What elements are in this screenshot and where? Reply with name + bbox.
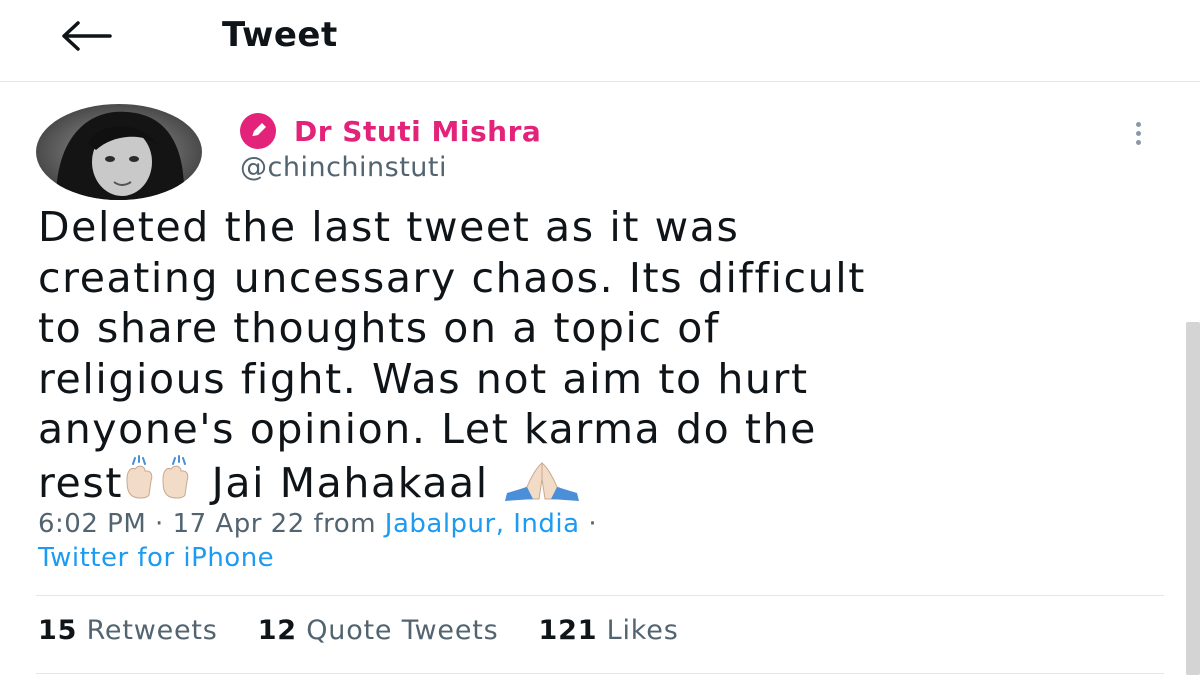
page-title: Tweet <box>222 15 338 55</box>
tweet-stats: 15 Retweets 12 Quote Tweets 121 Likes <box>38 615 719 646</box>
author-name: Dr Stuti Mishra <box>294 114 542 148</box>
tweet-text-line: anyone's opinion. Let karma do the <box>38 405 818 453</box>
from-label: from <box>304 509 385 539</box>
more-options-button[interactable] <box>1124 116 1152 150</box>
tweet-text-word: rest <box>38 458 124 507</box>
scrollbar[interactable] <box>1186 322 1200 675</box>
arrow-left-icon <box>62 21 112 51</box>
folded-hands-emoji <box>503 459 581 513</box>
retweets-label: Retweets <box>77 615 218 646</box>
tweet-text-words: Jai Mahakaal <box>197 458 504 507</box>
top-bar: Tweet <box>0 0 1200 82</box>
quote-tweets-label: Quote Tweets <box>296 615 499 646</box>
pencil-badge-icon <box>240 113 276 149</box>
tweet-source-link[interactable]: Twitter for iPhone <box>38 541 597 575</box>
divider <box>36 673 1164 674</box>
meta-separator: · <box>146 509 173 539</box>
tweet-meta-line-1: 6:02 PM · 17 Apr 22 from Jabalpur, India… <box>38 507 597 541</box>
vertical-ellipsis-icon <box>1135 121 1141 127</box>
tweet-text-line: religious fight. Was not aim to hurt <box>38 354 809 403</box>
tweet-text-line: Deleted the last tweet as it was <box>38 203 740 251</box>
tweet-text-line: to share thoughts on a topic of <box>38 304 721 352</box>
avatar[interactable] <box>36 104 202 200</box>
likes-count: 121 <box>538 615 598 646</box>
meta-separator: · <box>579 509 598 539</box>
retweets-count: 15 <box>38 615 78 646</box>
quote-tweets-count: 12 <box>257 615 297 646</box>
author-name-link[interactable]: Dr Stuti Mishra <box>240 113 541 149</box>
raising-hands-emoji <box>123 454 197 513</box>
divider <box>36 595 1164 596</box>
back-button[interactable] <box>56 12 116 60</box>
tweet-time[interactable]: 6:02 PM <box>38 509 146 539</box>
likes-stat[interactable]: 121 Likes <box>539 615 679 646</box>
tweet-location-link[interactable]: Jabalpur, India <box>385 509 580 539</box>
retweets-stat[interactable]: 15 Retweets <box>38 615 218 646</box>
quote-tweets-stat[interactable]: 12 Quote Tweets <box>258 615 499 646</box>
tweet-text: Deleted the last tweet as it was creatin… <box>38 202 1168 507</box>
tweet-date[interactable]: 17 Apr 22 <box>173 509 305 539</box>
avatar-photo <box>36 104 202 200</box>
tweet-text-line: creating uncessary chaos. Its difficult <box>38 253 866 302</box>
likes-label: Likes <box>597 615 679 646</box>
tweet-text-last-line: rest Jai Mahakaal <box>38 454 1168 507</box>
author-handle[interactable]: @chinchinstuti <box>240 152 447 183</box>
tweet-meta: 6:02 PM · 17 Apr 22 from Jabalpur, India… <box>38 507 597 575</box>
